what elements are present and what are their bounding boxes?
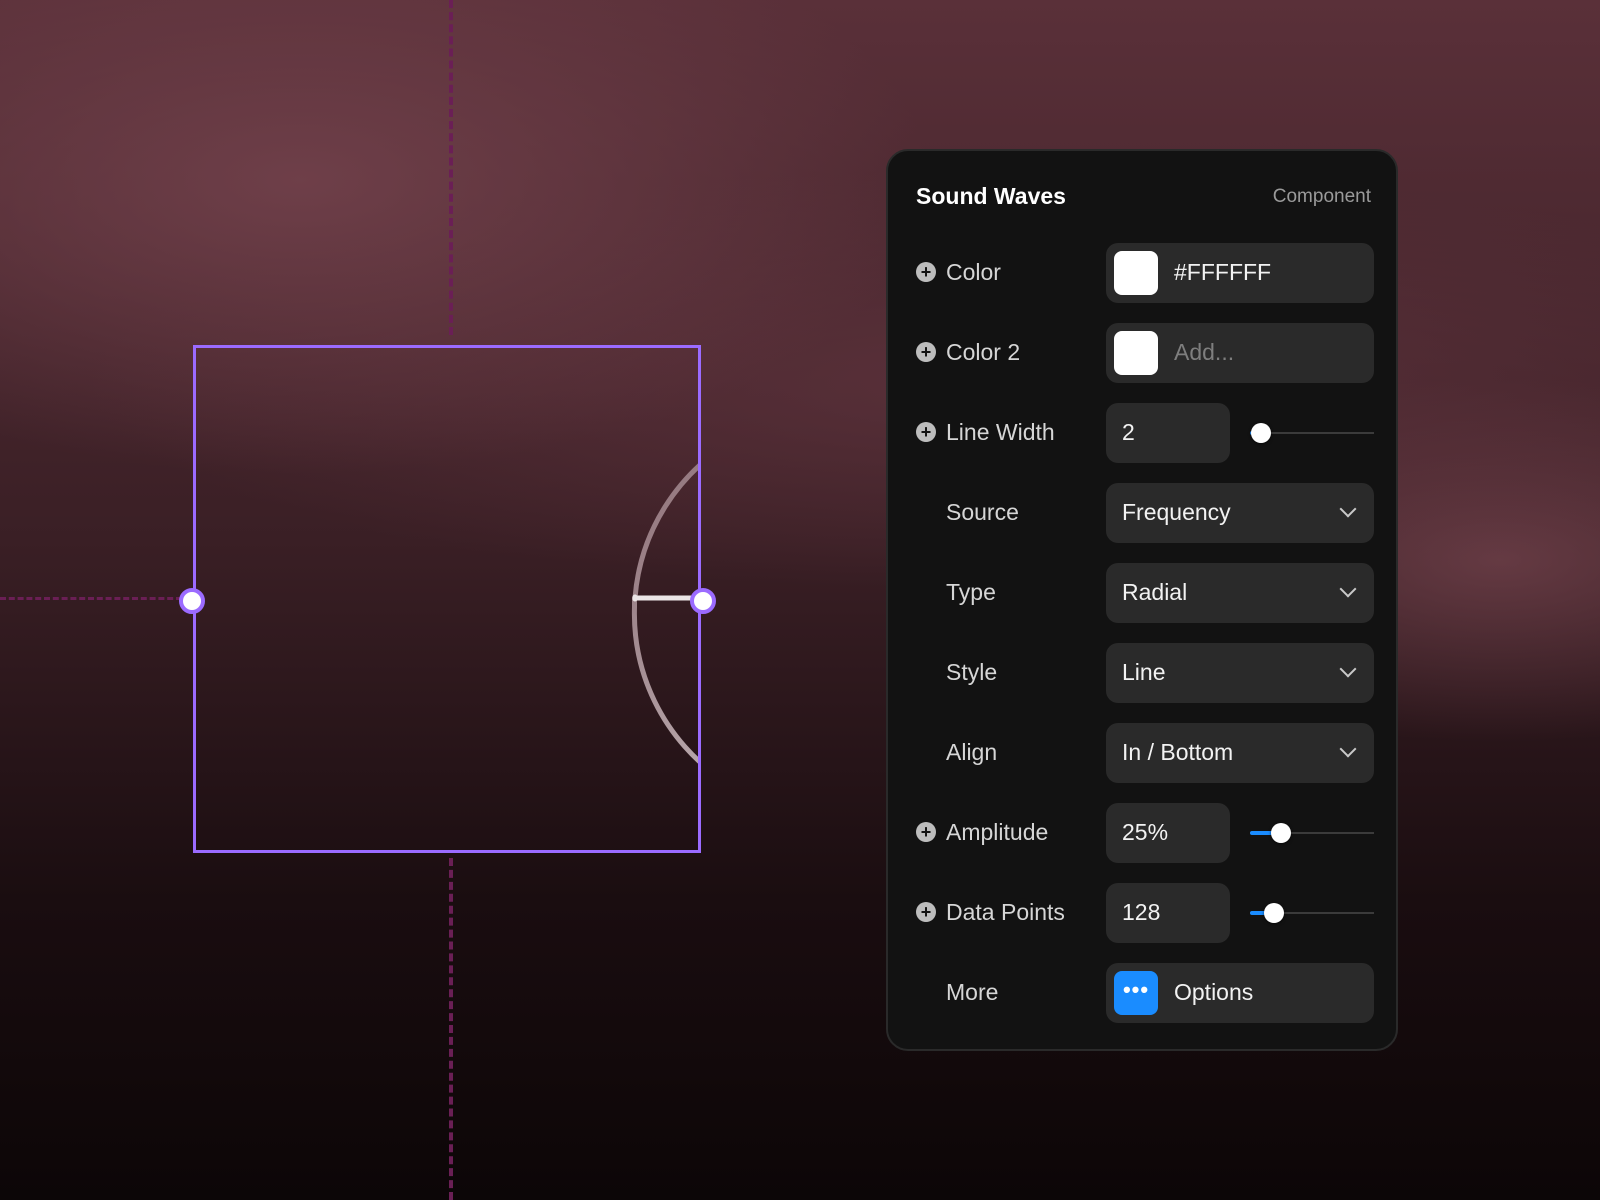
- color-2-field[interactable]: Add...: [1106, 323, 1374, 383]
- align-label: Align: [946, 739, 998, 765]
- chevron-down-icon: [1339, 660, 1357, 678]
- color-2-label: Color 2: [946, 339, 1021, 365]
- plus-circle-icon[interactable]: +: [916, 342, 936, 362]
- align-value: In / Bottom: [1122, 739, 1234, 765]
- slider-thumb[interactable]: [1264, 903, 1284, 923]
- amplitude-input[interactable]: 25%: [1106, 803, 1230, 863]
- line-width-value: 2: [1122, 419, 1135, 445]
- type-select[interactable]: Radial: [1106, 563, 1374, 623]
- plus-circle-icon[interactable]: +: [916, 822, 936, 842]
- vertical-guide-top: [449, 0, 453, 335]
- plus-circle-icon[interactable]: +: [916, 422, 936, 442]
- row-color-2: + Color 2 Add...: [888, 323, 1396, 383]
- style-select[interactable]: Line: [1106, 643, 1374, 703]
- style-value: Line: [1122, 659, 1166, 685]
- amplitude-value: 25%: [1122, 819, 1169, 845]
- row-align: Align In / Bottom: [888, 723, 1396, 783]
- left-resize-handle[interactable]: [179, 588, 205, 614]
- options-button[interactable]: ••• Options: [1106, 963, 1374, 1023]
- source-value: Frequency: [1122, 499, 1231, 525]
- right-resize-handle[interactable]: [690, 588, 716, 614]
- row-amplitude: + Amplitude 25%: [888, 803, 1396, 863]
- type-label: Type: [946, 579, 996, 605]
- chevron-down-icon: [1339, 500, 1357, 518]
- horizontal-guide-left: [0, 597, 182, 600]
- row-data-points: + Data Points 128: [888, 883, 1396, 943]
- row-line-width: + Line Width 2: [888, 403, 1396, 463]
- style-label: Style: [946, 659, 998, 685]
- color-label: Color: [946, 259, 1001, 285]
- line-width-input[interactable]: 2: [1106, 403, 1230, 463]
- row-style: Style Line: [888, 643, 1396, 703]
- panel-title: Sound Waves: [916, 183, 1066, 209]
- row-color: + Color #FFFFFF: [888, 243, 1396, 303]
- align-select[interactable]: In / Bottom: [1106, 723, 1374, 783]
- color-value: #FFFFFF: [1174, 259, 1272, 285]
- color-2-placeholder: Add...: [1174, 339, 1235, 365]
- panel-kind-label: Component: [1272, 186, 1371, 207]
- row-more: More ••• Options: [888, 963, 1396, 1023]
- color-field[interactable]: #FFFFFF: [1106, 243, 1374, 303]
- slider-thumb[interactable]: [1271, 823, 1291, 843]
- selection-box[interactable]: [193, 345, 701, 853]
- plus-circle-icon[interactable]: +: [916, 262, 936, 282]
- plus-circle-icon[interactable]: +: [916, 902, 936, 922]
- row-type: Type Radial: [888, 563, 1396, 623]
- source-label: Source: [946, 499, 1019, 525]
- color-swatch[interactable]: [1114, 251, 1158, 295]
- data-points-slider[interactable]: [1250, 883, 1374, 943]
- type-value: Radial: [1122, 579, 1188, 605]
- properties-panel: Sound Waves Component + Color #FFFFFF + …: [886, 149, 1398, 1051]
- data-points-label: Data Points: [946, 899, 1065, 925]
- vertical-guide-bottom: [449, 858, 453, 1200]
- amplitude-label: Amplitude: [946, 819, 1049, 845]
- chevron-down-icon: [1339, 580, 1357, 598]
- ellipsis-icon: •••: [1114, 971, 1158, 1015]
- data-points-value: 128: [1122, 899, 1161, 925]
- source-select[interactable]: Frequency: [1106, 483, 1374, 543]
- options-label: Options: [1174, 979, 1254, 1005]
- slider-thumb[interactable]: [1251, 423, 1271, 443]
- line-width-slider[interactable]: [1250, 403, 1374, 463]
- more-label: More: [946, 979, 999, 1005]
- data-points-input[interactable]: 128: [1106, 883, 1230, 943]
- chevron-down-icon: [1339, 740, 1357, 758]
- line-width-label: Line Width: [946, 419, 1055, 445]
- amplitude-slider[interactable]: [1250, 803, 1374, 863]
- color-2-swatch[interactable]: [1114, 331, 1158, 375]
- row-source: Source Frequency: [888, 483, 1396, 543]
